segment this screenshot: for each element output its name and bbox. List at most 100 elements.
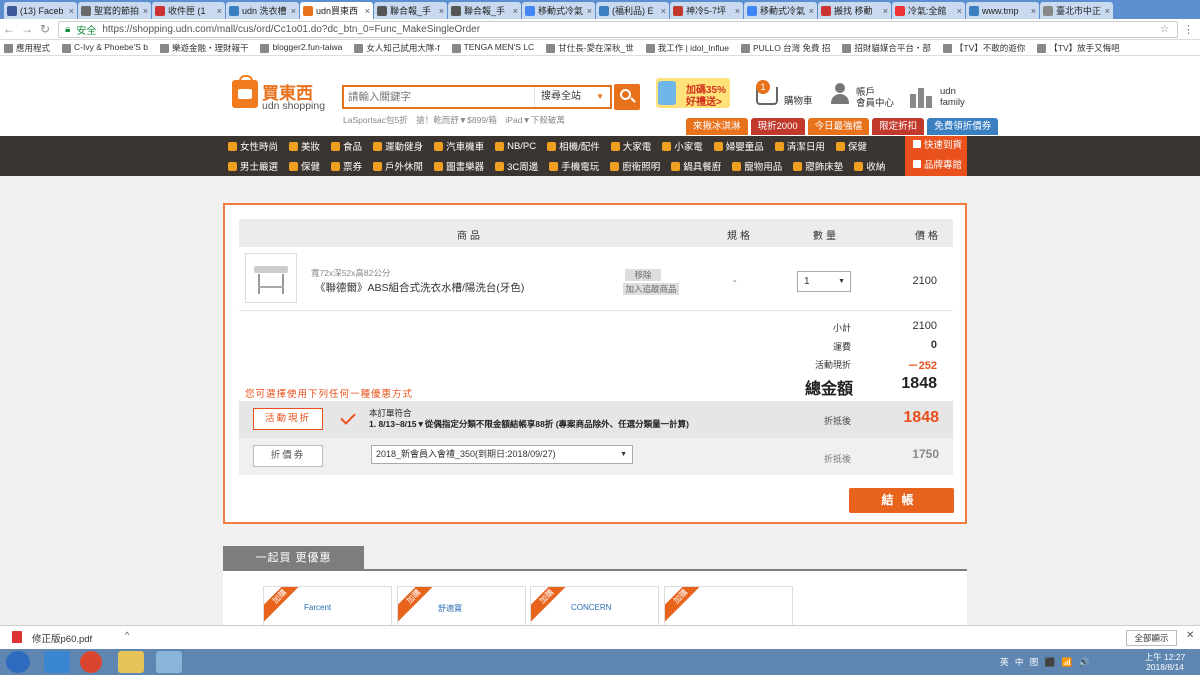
- close-icon[interactable]: ×: [365, 6, 370, 16]
- add-to-favorites-button[interactable]: 加入追蹤商品: [623, 283, 679, 295]
- bookmark-item[interactable]: 招財貓媒合平台・部: [842, 42, 931, 54]
- addon-product-card[interactable]: 加購: [664, 586, 793, 626]
- close-icon[interactable]: ×: [661, 6, 666, 16]
- chevron-up-icon[interactable]: ^: [125, 630, 129, 640]
- bookmark-item[interactable]: 【TV】不敢的遊你: [942, 42, 1025, 54]
- url-field[interactable]: 🔒︎ 安全 https://shopping.udn.com/mall/cus/…: [58, 21, 1178, 38]
- category-item[interactable]: 婦嬰童品: [713, 139, 764, 153]
- back-icon[interactable]: ←: [0, 22, 18, 36]
- close-icon[interactable]: ×: [439, 6, 444, 16]
- promo-tab[interactable]: 今日最強檔: [807, 118, 870, 135]
- category-item[interactable]: 相機/配件: [547, 139, 600, 153]
- promo-tab[interactable]: 免費領折價券: [927, 118, 999, 135]
- system-tray[interactable]: 英 中 图 ⬛ 📶 🔊: [1000, 656, 1091, 668]
- close-icon[interactable]: ×: [513, 6, 518, 16]
- close-icon[interactable]: ×: [957, 6, 962, 16]
- start-icon[interactable]: [6, 651, 30, 673]
- category-item[interactable]: 保健: [835, 139, 867, 153]
- addon-product-card[interactable]: 加購 CONCERN: [530, 586, 659, 626]
- browser-tab[interactable]: 聯合報_手 ×: [374, 2, 447, 19]
- close-icon[interactable]: ×: [735, 6, 740, 16]
- close-icon[interactable]: ×: [1031, 6, 1036, 16]
- bookmark-item[interactable]: TENGA MEN'S LC: [451, 42, 534, 53]
- hot-keywords[interactable]: LaSportsac包5折 搶！乾而舒▼$899/箱 iPad▼下殺破萬: [343, 114, 565, 126]
- close-icon[interactable]: ×: [809, 6, 814, 16]
- category-item[interactable]: 運動健身: [373, 139, 423, 153]
- close-icon[interactable]: ×: [143, 6, 148, 16]
- bookmark-item[interactable]: 【TV】放手又悔吧: [1037, 42, 1120, 54]
- browser-tab[interactable]: 臺北市中正 ×: [1040, 2, 1113, 19]
- bookmark-item[interactable]: C-Ivy & Phoebe'S b: [62, 42, 148, 53]
- category-item[interactable]: 女性時尚: [228, 139, 278, 153]
- category-item[interactable]: 票券: [331, 159, 362, 173]
- browser-tab[interactable]: 移動式冷氣 ×: [522, 2, 595, 19]
- category-item[interactable]: 清潔日用: [774, 139, 825, 153]
- browser-tab[interactable]: 神冷5-7坪 ×: [670, 2, 743, 19]
- promo-tab[interactable]: 現折2000: [750, 118, 805, 135]
- browser-tab[interactable]: udn買東西 ×: [300, 2, 373, 19]
- browser-tab[interactable]: 搬找 移動 ×: [818, 2, 891, 19]
- show-all-downloads-button[interactable]: 全部顯示: [1126, 630, 1177, 646]
- category-item[interactable]: 美妝: [289, 139, 320, 153]
- bookmark-item[interactable]: 應用程式: [4, 42, 50, 54]
- close-icon[interactable]: ×: [291, 6, 296, 16]
- browser-tab[interactable]: (福利品) E ×: [596, 2, 669, 19]
- close-icon[interactable]: ×: [1105, 6, 1110, 16]
- reload-icon[interactable]: ↻: [36, 22, 54, 36]
- paint-icon[interactable]: [156, 651, 182, 673]
- buy-together-tab[interactable]: 一起買 更優惠: [223, 546, 364, 570]
- category-item[interactable]: 男士嚴選: [228, 159, 278, 173]
- category-item[interactable]: 小家電: [662, 139, 703, 153]
- category-item[interactable]: 圖書樂器: [434, 159, 484, 173]
- folder-icon[interactable]: [118, 651, 144, 673]
- bookmark-item[interactable]: 我工作 | idol_Influe: [645, 42, 729, 54]
- bookmark-item[interactable]: 女人知己試用大隊-f: [354, 42, 440, 54]
- coupon-select[interactable]: 2018_新會員入會禮_350(到期日:2018/09/27) ▼: [371, 445, 633, 464]
- browser-tab[interactable]: 聖寫的節拍 ×: [78, 2, 151, 19]
- close-icon[interactable]: ×: [217, 6, 222, 16]
- close-icon[interactable]: ×: [587, 6, 592, 16]
- browser-tab[interactable]: (13) Faceb ×: [4, 2, 77, 19]
- download-file-name[interactable]: 修正版p60.pdf: [32, 631, 92, 645]
- bookmark-item[interactable]: 樂遊金融・理財報干: [159, 42, 248, 54]
- category-item[interactable]: 食品: [331, 139, 362, 153]
- clock[interactable]: 上午 12:27 2018/8/14: [1140, 652, 1190, 672]
- search-scope-select[interactable]: 搜尋全站 ▼: [534, 87, 610, 107]
- category-item[interactable]: 鍋具餐廚: [671, 159, 721, 173]
- browser-tab[interactable]: 冷氣:全館 ×: [892, 2, 965, 19]
- browser-tab[interactable]: 聯合報_手 ×: [448, 2, 521, 19]
- category-item[interactable]: 收納: [854, 159, 885, 173]
- addon-product-card[interactable]: 加購 Farcent: [263, 586, 392, 626]
- bookmark-item[interactable]: PULLO 台灣 免費 招: [740, 42, 830, 54]
- close-icon[interactable]: ×: [883, 6, 888, 16]
- bookmark-item[interactable]: blogger2.fun-taiwa: [260, 42, 342, 53]
- fast-delivery-link[interactable]: 快速到貨: [905, 136, 967, 156]
- checkout-button[interactable]: 結帳: [849, 488, 954, 513]
- browser-tab[interactable]: 移動式冷氣 ×: [744, 2, 817, 19]
- category-item[interactable]: 手機電玩: [549, 159, 599, 173]
- category-item[interactable]: NB/PC: [495, 141, 536, 152]
- search-input[interactable]: [344, 87, 529, 107]
- close-icon[interactable]: ✕: [1186, 630, 1194, 641]
- browser-tab[interactable]: udn 洗衣槽 ×: [226, 2, 299, 19]
- browser-tab[interactable]: www.tmp ×: [966, 2, 1039, 19]
- chrome-icon[interactable]: [80, 651, 102, 673]
- close-icon[interactable]: ×: [69, 6, 74, 16]
- bookmark-item[interactable]: 甘仕長-愛在深秋_世: [546, 42, 634, 54]
- event-discount-button[interactable]: 活動現折: [253, 408, 323, 430]
- category-item[interactable]: 寢飾床墊: [793, 159, 843, 173]
- category-item[interactable]: 3C周邊: [495, 159, 538, 173]
- promo-tab[interactable]: 限定折扣: [872, 118, 925, 135]
- category-item[interactable]: 汽車機車: [434, 139, 484, 153]
- forward-icon[interactable]: →: [18, 22, 36, 36]
- ie-icon[interactable]: [44, 651, 70, 673]
- browser-tab[interactable]: 收件匣 (1 ×: [152, 2, 225, 19]
- product-name[interactable]: 《聯德爾》ABS組合式洗衣水槽/陽洗台(牙色): [315, 280, 524, 295]
- product-image[interactable]: [245, 253, 297, 303]
- category-item[interactable]: 戶外休閒: [373, 159, 423, 173]
- brand-hall-link[interactable]: 品牌專館: [905, 156, 967, 176]
- search-button[interactable]: [614, 84, 640, 110]
- category-item[interactable]: 保健: [289, 159, 320, 173]
- promo-banner[interactable]: 加碼35% 好禮送>: [656, 78, 730, 108]
- category-item[interactable]: 寵物用品: [732, 159, 782, 173]
